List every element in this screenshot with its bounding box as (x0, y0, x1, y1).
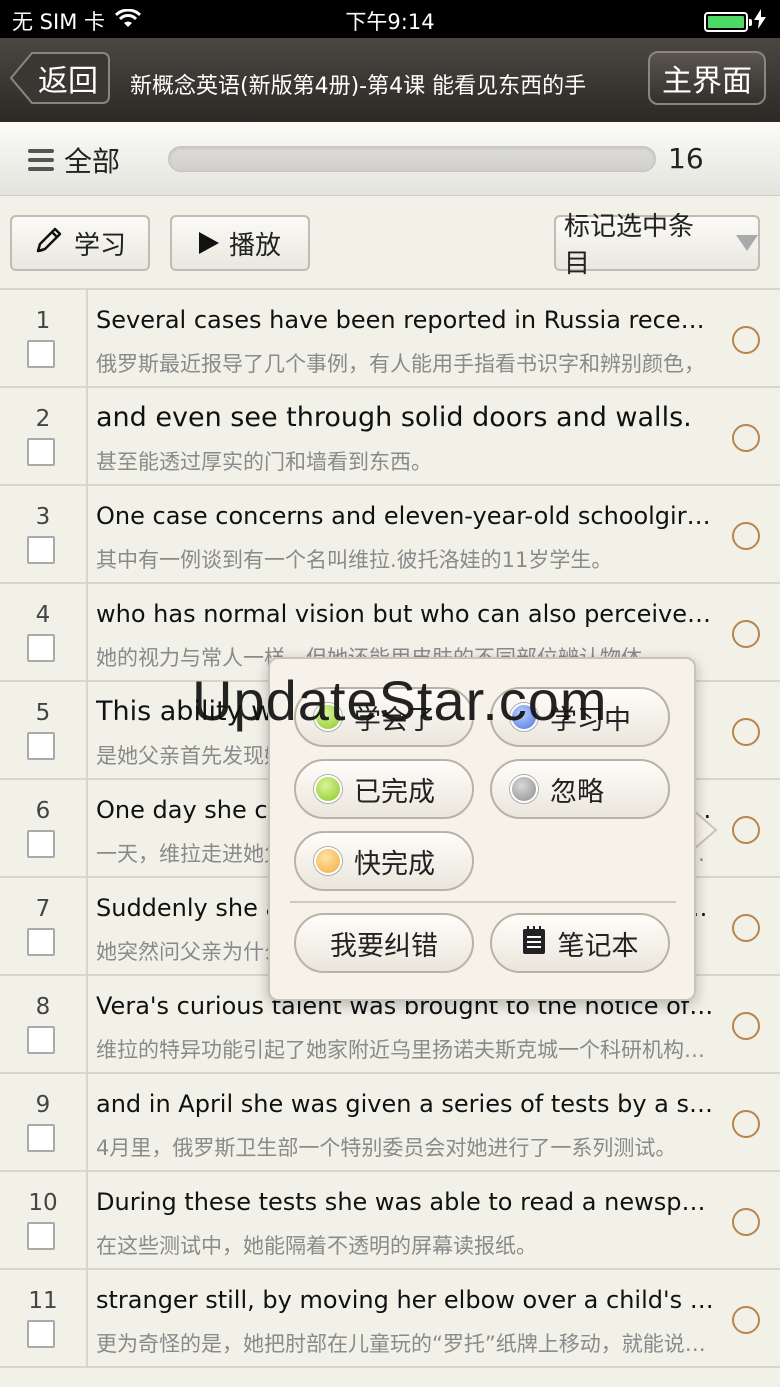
item-checkbox[interactable] (27, 732, 55, 760)
charging-bolt-icon (754, 9, 766, 34)
list-item[interactable]: 10 During these tests she was able to re… (0, 1172, 780, 1270)
item-checkbox[interactable] (27, 438, 55, 466)
watermark: UpdateStar.com (192, 669, 608, 732)
english-sentence: During these tests she was able to read … (96, 1188, 716, 1216)
status-circle-icon[interactable] (732, 620, 760, 648)
item-checkbox[interactable] (27, 1026, 55, 1054)
status-circle-icon[interactable] (732, 1012, 760, 1040)
item-number: 4 (35, 602, 51, 628)
filter-bar: 全部 16 (0, 122, 780, 196)
item-checkbox[interactable] (27, 340, 55, 368)
chinese-translation: 维拉的特异功能引起了她家附近乌里扬诺夫斯克城一个科研机构的注意， (96, 1038, 716, 1062)
filter-label: 全部 (64, 145, 121, 178)
chinese-translation: 俄罗斯最近报导了几个事例，有人能用手指看书识字和辨别颜色， (96, 352, 705, 376)
battery-icon (704, 11, 752, 32)
list-item[interactable]: 1 Several cases have been reported in Ru… (0, 290, 780, 388)
back-label: 返回 (38, 64, 98, 99)
status-circle-icon[interactable] (732, 326, 760, 354)
status-circle-icon[interactable] (732, 1306, 760, 1334)
item-number: 5 (35, 700, 51, 726)
sentence-count: 16 (668, 142, 704, 175)
report-error-button[interactable]: 我要纠错 (294, 913, 474, 973)
study-label: 学习 (73, 230, 126, 261)
play-icon (198, 232, 219, 254)
item-checkbox[interactable] (27, 928, 55, 956)
status-circle-icon[interactable] (732, 424, 760, 452)
item-number: 7 (35, 896, 51, 922)
play-button[interactable]: 播放 (170, 215, 310, 271)
english-sentence: and even see through solid doors and wal… (96, 402, 692, 433)
pencil-icon (34, 225, 64, 262)
status-circle-icon[interactable] (732, 522, 760, 550)
item-checkbox[interactable] (27, 1222, 55, 1250)
chinese-translation: 4月里，俄罗斯卫生部一个特别委员会对她进行了一系列测试。 (96, 1136, 677, 1160)
english-sentence: Several cases have been reported in Russ… (96, 306, 716, 334)
chinese-translation: 甚至能透过厚实的门和墙看到东西。 (96, 450, 432, 474)
item-checkbox[interactable] (27, 536, 55, 564)
mark-label: 标记选中条目 (564, 212, 695, 279)
item-checkbox[interactable] (27, 1320, 55, 1348)
ignore-label: 忽略 (550, 776, 604, 808)
item-number: 8 (35, 994, 51, 1020)
orange-dot-icon (314, 847, 342, 875)
ignore-button[interactable]: 忽略 (490, 759, 670, 819)
item-number: 10 (28, 1190, 58, 1216)
english-sentence: One case concerns and eleven-year-old sc… (96, 502, 716, 530)
item-number: 9 (35, 1092, 51, 1118)
item-number: 6 (35, 798, 51, 824)
toolbar: 学习 播放 标记选中条目 (0, 196, 780, 290)
notebook-button[interactable]: 笔记本 (490, 913, 670, 973)
item-checkbox[interactable] (27, 830, 55, 858)
status-circle-icon[interactable] (732, 1110, 760, 1138)
item-checkbox[interactable] (27, 1124, 55, 1152)
list-item[interactable]: 9 and in April she was given a series of… (0, 1074, 780, 1172)
chinese-translation: 其中有一例谈到有一个名叫维拉.彼托洛娃的11岁学生。 (96, 548, 613, 572)
status-circle-icon[interactable] (732, 718, 760, 746)
progress-bar (168, 146, 656, 172)
nav-bar: 返回 新概念英语(新版第4册)-第4课 能看见东西的手 主界面 (0, 38, 780, 122)
green-dot-icon (314, 775, 342, 803)
popup-divider (290, 901, 676, 903)
back-button[interactable]: 返回 (10, 52, 110, 104)
item-checkbox[interactable] (27, 634, 55, 662)
notebook-icon (522, 925, 546, 962)
notebook-label: 笔记本 (557, 930, 639, 962)
done-button[interactable]: 已完成 (294, 759, 474, 819)
dropdown-arrow-icon (736, 235, 758, 251)
status-time: 下午9:14 (345, 10, 435, 34)
mark-selected-dropdown[interactable]: 标记选中条目 (554, 212, 760, 279)
item-number: 3 (35, 504, 51, 530)
almost-label: 快完成 (354, 848, 435, 880)
chinese-translation: 更为奇怪的是，她把肘部在儿童玩的“罗托”纸牌上移动，就能说出牌上的数字和颜色； (96, 1332, 716, 1356)
status-circle-icon[interactable] (732, 1208, 760, 1236)
item-number: 1 (35, 308, 51, 334)
english-sentence: who has normal vision but who can also p… (96, 600, 716, 628)
list-item[interactable]: 2 and even see through solid doors and w… (0, 388, 780, 486)
english-sentence: and in April she was given a series of t… (96, 1090, 716, 1118)
home-button[interactable]: 主界面 (648, 51, 766, 105)
battery-indicator (704, 9, 766, 34)
menu-icon (28, 149, 54, 171)
english-sentence: stranger still, by moving her elbow over… (96, 1286, 716, 1314)
status-bar: 无 SIM 卡 下午9:14 (0, 0, 780, 38)
list-item[interactable]: 3 One case concerns and eleven-year-old … (0, 486, 780, 584)
status-circle-icon[interactable] (732, 816, 760, 844)
chinese-translation: 在这些测试中，她能隔着不透明的屏幕读报纸。 (96, 1234, 537, 1258)
item-number: 2 (35, 406, 51, 432)
play-label: 播放 (228, 230, 281, 261)
filter-menu-button[interactable]: 全部 (28, 140, 120, 180)
almost-done-button[interactable]: 快完成 (294, 831, 474, 891)
done-label: 已完成 (354, 776, 435, 808)
study-button[interactable]: 学习 (10, 215, 150, 271)
status-circle-icon[interactable] (732, 914, 760, 942)
list-item[interactable]: 11 stranger still, by moving her elbow o… (0, 1270, 780, 1368)
lesson-title: 新概念英语(新版第4册)-第4课 能看见东西的手 (130, 74, 587, 99)
grey-dot-icon (510, 775, 538, 803)
item-number: 11 (28, 1288, 58, 1314)
